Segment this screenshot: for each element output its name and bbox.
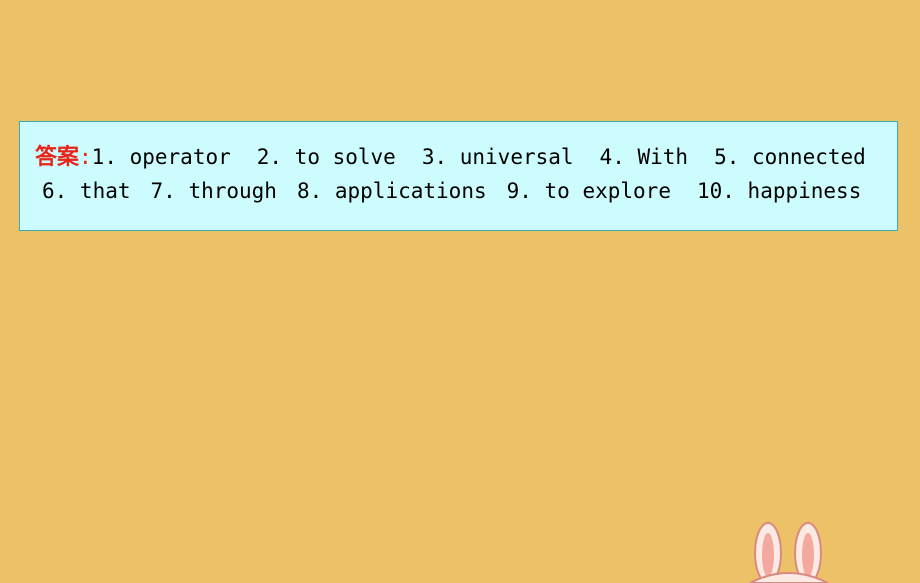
answer-line-2: 6. that 7. through 8. applications 9. to ex… bbox=[20, 179, 919, 203]
answer-item-8: 8. applications bbox=[296, 179, 487, 203]
answer-colon: : bbox=[79, 145, 92, 169]
answer-item-4: 4. With bbox=[599, 145, 689, 169]
answer-label: 答案 bbox=[35, 145, 80, 170]
answer-item-10: 10. happiness bbox=[696, 179, 862, 203]
rabbit-ears-graphic bbox=[749, 522, 829, 583]
answer-box: 答案:1. operator 2. to solve 3. universal 4. … bbox=[19, 121, 898, 231]
answer-item-7: 7. through bbox=[150, 179, 277, 203]
answer-item-9: 9. to explore bbox=[506, 179, 671, 203]
answer-item-2: 2. to solve bbox=[256, 145, 396, 169]
answer-line-1: 答案:1. operator 2. to solve 3. universal 4. … bbox=[20, 139, 912, 171]
slide-canvas: 答案:1. operator 2. to solve 3. universal 4. … bbox=[0, 0, 920, 583]
answer-item-3: 3. universal bbox=[421, 145, 574, 169]
answer-item-5: 5. connected bbox=[714, 145, 866, 169]
answer-item-1: 1. operator bbox=[91, 145, 231, 169]
answer-item-6: 6. that bbox=[42, 179, 131, 203]
